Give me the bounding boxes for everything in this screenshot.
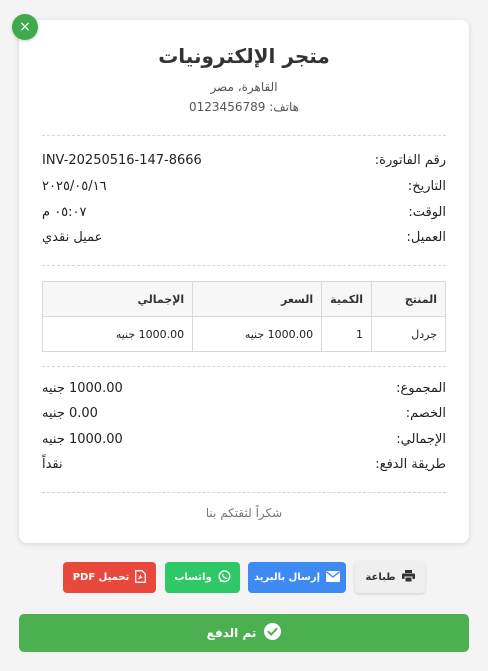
print-button[interactable]: طباعة bbox=[355, 562, 425, 593]
payment-label: طريقة الدفع: bbox=[375, 457, 446, 472]
thanks-message: شكراً لثقتكم بنا bbox=[205, 506, 283, 520]
time-label: الوقت: bbox=[408, 205, 446, 220]
divider bbox=[42, 135, 446, 136]
email-label: إرسال بالبريد bbox=[253, 572, 321, 583]
store-address: القاهرة، مصر bbox=[210, 80, 278, 94]
cell-total: 1000.00 جنيه bbox=[41, 316, 194, 352]
discount-label: الخصم: bbox=[405, 406, 446, 421]
download-pdf-button[interactable]: تحميل PDF bbox=[63, 562, 156, 593]
close-button[interactable]: × bbox=[12, 14, 38, 40]
customer-row: العميل: عميل نقدي bbox=[42, 230, 446, 248]
paid-label: تم الدفع bbox=[206, 626, 257, 640]
payment-complete-button[interactable]: تم الدفع bbox=[19, 614, 469, 652]
cell-product: جردل bbox=[371, 316, 446, 352]
customer-value: عميل نقدي bbox=[42, 230, 103, 245]
time-value: ٠٥:٠٧ م bbox=[42, 205, 87, 220]
print-label: طباعة bbox=[365, 572, 396, 583]
divider bbox=[42, 492, 446, 493]
envelope-icon bbox=[326, 570, 341, 585]
whatsapp-button[interactable]: واتساب bbox=[165, 562, 240, 593]
invoice-card: متجر الإلكترونيات القاهرة، مصر هاتف: 012… bbox=[19, 20, 469, 543]
customer-label: العميل: bbox=[406, 230, 446, 245]
whatsapp-icon bbox=[218, 569, 231, 586]
date-label: التاريخ: bbox=[407, 179, 446, 194]
col-header-total: الإجمالي bbox=[41, 281, 194, 317]
table-header-row: المنتج الكمية السعر الإجمالي bbox=[41, 281, 446, 317]
divider bbox=[42, 366, 446, 367]
invoice-number-value: INV-20250516-147-8666 bbox=[42, 153, 202, 168]
date-value: ٢٠٢٥/٠٥/١٦ bbox=[42, 179, 107, 194]
time-row: الوقت: ٠٥:٠٧ م bbox=[42, 205, 446, 223]
discount-row: الخصم: 0.00 جنيه bbox=[42, 406, 446, 424]
col-header-product: المنتج bbox=[371, 281, 446, 317]
col-header-quantity: الكمية bbox=[321, 281, 372, 317]
total-value: 1000.00 جنيه bbox=[42, 432, 123, 447]
whatsapp-label: واتساب bbox=[174, 572, 212, 583]
col-header-price: السعر bbox=[192, 281, 323, 317]
subtotal-value: 1000.00 جنيه bbox=[42, 381, 123, 396]
invoice-number-label: رقم الفاتورة: bbox=[374, 153, 446, 168]
payment-row: طريقة الدفع: نقداً bbox=[42, 457, 446, 475]
subtotal-row: المجموع: 1000.00 جنيه bbox=[42, 381, 446, 399]
store-phone: هاتف: 0123456789 bbox=[189, 100, 299, 114]
invoice-number-row: رقم الفاتورة: INV-20250516-147-8666 bbox=[42, 153, 446, 171]
send-email-button[interactable]: إرسال بالبريد bbox=[248, 562, 346, 593]
table-row: جردل 1 1000.00 جنيه 1000.00 جنيه bbox=[41, 316, 446, 352]
date-row: التاريخ: ٢٠٢٥/٠٥/١٦ bbox=[42, 179, 446, 197]
total-label: الإجمالي: bbox=[396, 432, 446, 447]
discount-value: 0.00 جنيه bbox=[42, 406, 98, 421]
subtotal-label: المجموع: bbox=[396, 381, 446, 396]
divider bbox=[42, 265, 446, 266]
close-icon: × bbox=[19, 19, 31, 35]
cell-price: 1000.00 جنيه bbox=[192, 316, 323, 352]
store-name: متجر الإلكترونيات bbox=[158, 44, 330, 68]
payment-value: نقداً bbox=[42, 457, 63, 472]
pdf-label: تحميل PDF bbox=[72, 572, 130, 583]
total-row: الإجمالي: 1000.00 جنيه bbox=[42, 432, 446, 450]
printer-icon bbox=[401, 570, 415, 585]
cell-quantity: 1 bbox=[321, 316, 372, 352]
items-table: المنتج الكمية السعر الإجمالي جردل 1 1000… bbox=[41, 281, 446, 352]
pdf-file-icon bbox=[135, 569, 147, 586]
check-circle-icon bbox=[264, 623, 282, 643]
